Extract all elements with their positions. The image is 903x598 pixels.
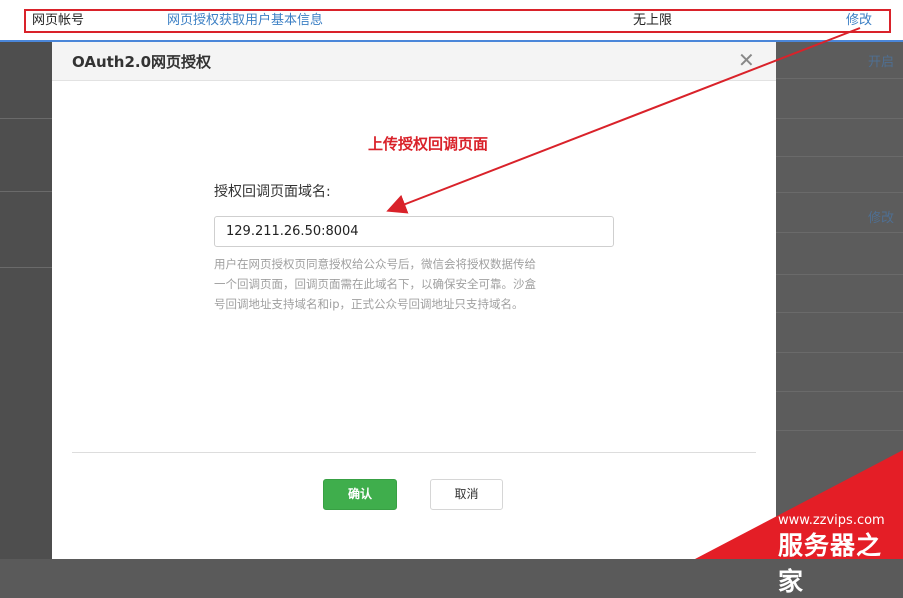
background-divider xyxy=(0,118,52,119)
section-title: 上传授权回调页面 xyxy=(368,135,489,153)
help-line: 号回调地址支持域名和ip，正式公众号回调地址只支持域名。 xyxy=(214,297,524,311)
background-divider xyxy=(776,391,903,392)
background-divider xyxy=(776,232,903,233)
background-divider xyxy=(776,312,903,313)
background-open-link[interactable]: 开启 xyxy=(868,51,894,70)
confirm-button[interactable]: 确认 xyxy=(323,479,397,510)
dialog-footer-divider xyxy=(72,452,756,453)
background-divider xyxy=(776,430,903,431)
help-line: 用户在网页授权页同意授权给公众号后，微信会将授权数据传给 xyxy=(214,257,536,271)
row-description-link[interactable]: 网页授权获取用户基本信息 xyxy=(167,12,323,30)
help-line: 一个回调页面，回调页面需在此域名下，以确保安全可靠。沙盒 xyxy=(214,277,536,291)
background-divider xyxy=(776,78,903,79)
account-table-row: 网页帐号 网页授权获取用户基本信息 无上限 修改 xyxy=(0,0,903,42)
row-name: 网页帐号 xyxy=(32,13,85,28)
dialog-header: OAuth2.0网页授权 ✕ xyxy=(52,42,776,81)
background-divider xyxy=(0,267,52,268)
background-edit-link[interactable]: 修改 xyxy=(868,207,894,226)
background-divider xyxy=(776,352,903,353)
close-icon[interactable]: ✕ xyxy=(738,48,755,72)
row-limit: 无上限 xyxy=(633,13,673,28)
dialog-title: OAuth2.0网页授权 xyxy=(72,53,212,71)
cancel-button[interactable]: 取消 xyxy=(430,479,503,510)
background-divider xyxy=(776,192,903,193)
callback-domain-input[interactable]: 129.211.26.50:8004 xyxy=(214,216,614,247)
row-edit-link[interactable]: 修改 xyxy=(846,12,872,30)
background-divider xyxy=(776,118,903,119)
background-divider xyxy=(0,191,52,192)
background-divider xyxy=(776,274,903,275)
callback-domain-label: 授权回调页面域名: xyxy=(214,184,331,200)
watermark-name: 服务器之家 xyxy=(778,531,883,596)
background-left-column xyxy=(0,42,52,559)
oauth-dialog: OAuth2.0网页授权 ✕ 上传授权回调页面 授权回调页面域名: 129.21… xyxy=(52,42,776,559)
annotation-highlight-box xyxy=(24,9,891,33)
background-divider xyxy=(776,156,903,157)
callback-domain-help: 用户在网页授权页同意授权给公众号后，微信会将授权数据传给 一个回调页面，回调页面… xyxy=(214,254,614,314)
